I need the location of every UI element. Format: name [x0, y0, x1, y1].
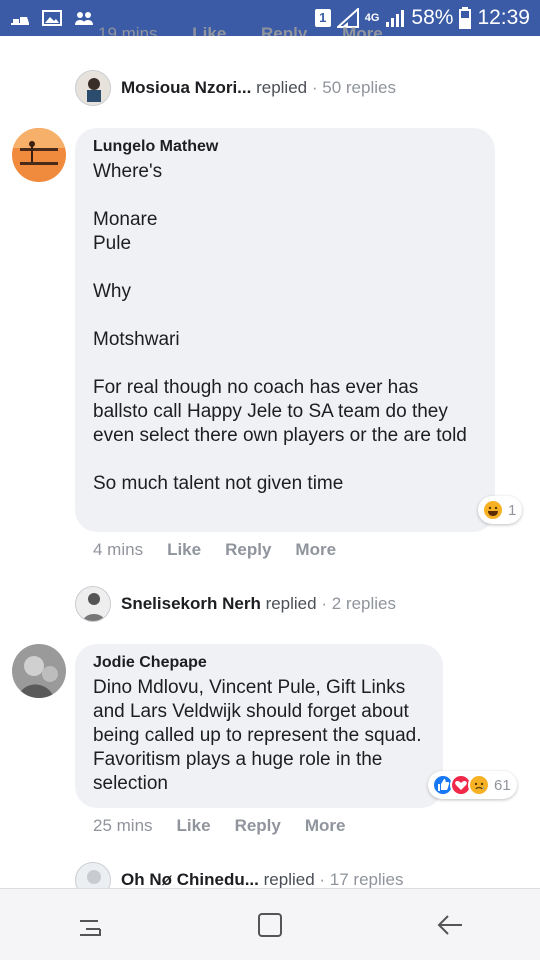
people-icon	[75, 12, 93, 25]
replies-link[interactable]: Mosioua Nzori... replied · 50 replies	[75, 70, 396, 106]
replies-link[interactable]: Snelisekorh Nerh replied · 2 replies	[75, 586, 396, 622]
reply-button[interactable]: Reply	[225, 540, 271, 560]
avatar	[75, 586, 111, 622]
comment-actions: 25 mins Like Reply More	[93, 816, 369, 836]
network-type: 4G	[364, 12, 380, 24]
more-button[interactable]: More	[295, 540, 336, 560]
battery-icon	[459, 7, 472, 29]
reaction-count: 1	[508, 501, 517, 519]
back-arrow-icon	[437, 914, 462, 935]
avatar	[75, 70, 111, 106]
battery-percent: 58%	[411, 6, 454, 29]
navigation-bar	[0, 888, 540, 960]
comment-author[interactable]: Jodie Chepape	[93, 654, 425, 672]
more-button[interactable]: More	[305, 816, 346, 836]
reply-author: Mosioua Nzori...	[121, 78, 252, 97]
home-square-icon	[258, 912, 282, 937]
back-button[interactable]	[430, 905, 470, 945]
haha-icon	[482, 499, 504, 521]
status-bar-shadow	[0, 36, 540, 44]
reply-verb: replied	[256, 78, 308, 97]
reply-verb: replied	[265, 594, 317, 613]
sleep-mode-icon	[11, 17, 29, 25]
clock: 12:39	[477, 6, 530, 29]
reply-count: · 50 replies	[311, 78, 396, 97]
sad-icon	[468, 774, 490, 796]
reply-button[interactable]: Reply	[235, 816, 281, 836]
reaction-summary[interactable]: 61	[428, 771, 517, 799]
gallery-icon	[42, 10, 62, 26]
avatar[interactable]	[12, 644, 66, 698]
comment-bubble: Lungelo Mathew Where's Monare Pule Why M…	[75, 128, 495, 532]
reply-author: Oh Nø Chinedu...	[121, 870, 259, 889]
comment-actions: 4 mins Like Reply More	[93, 540, 360, 560]
avatar[interactable]	[12, 128, 66, 182]
reaction-count: 61	[494, 776, 511, 794]
recent-apps-button[interactable]	[70, 905, 110, 945]
like-button[interactable]: Like	[177, 816, 211, 836]
comment-time: 4 mins	[93, 540, 144, 559]
like-button[interactable]: Like	[167, 540, 201, 560]
comment-text: Where's Monare Pule Why Motshwari For re…	[93, 161, 467, 494]
reply-verb: replied	[263, 870, 315, 889]
reply-count: · 17 replies	[319, 870, 404, 889]
comment-author[interactable]: Lungelo Mathew	[93, 138, 477, 156]
recent-apps-icon	[80, 919, 101, 936]
reaction-summary[interactable]: 1	[478, 496, 523, 524]
reply-author: Snelisekorh Nerh	[121, 594, 261, 613]
comment-text: Dino Mdlovu, Vincent Pule, Gift Links an…	[93, 677, 422, 794]
home-button[interactable]	[250, 905, 290, 945]
comment-time: 25 mins	[93, 816, 153, 835]
reply-count: · 2 replies	[321, 594, 396, 613]
comment-bubble: Jodie Chepape Dino Mdlovu, Vincent Pule,…	[75, 644, 443, 808]
